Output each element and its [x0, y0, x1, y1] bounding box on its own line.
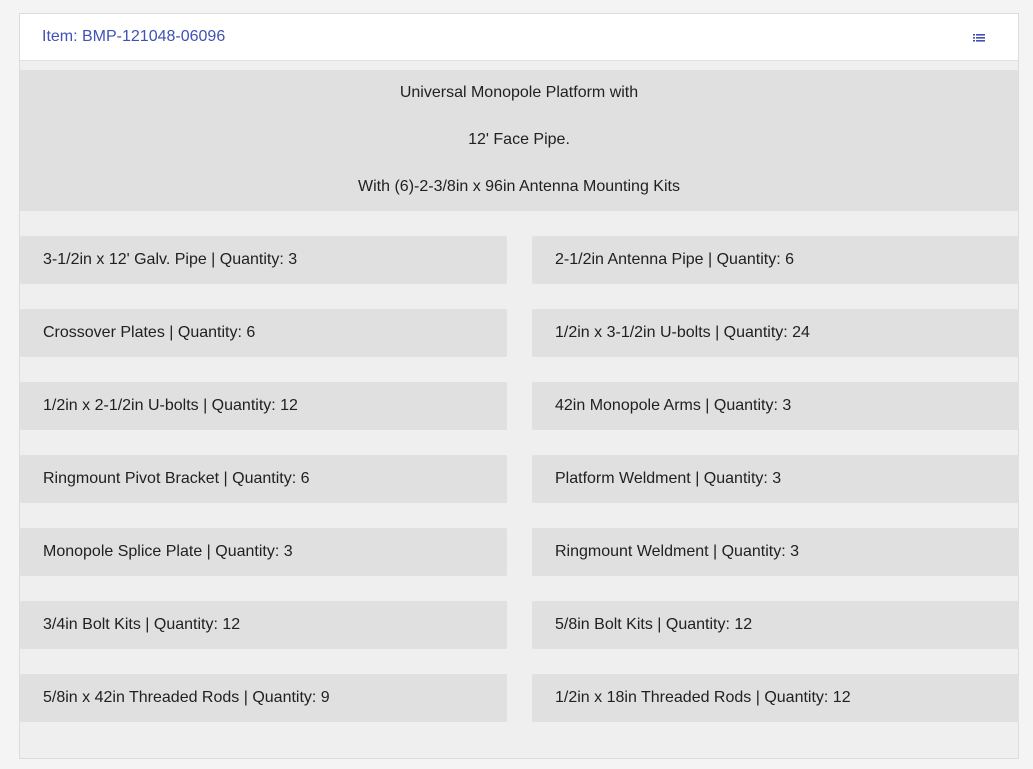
part-item: 5/8in Bolt Kits | Quantity: 12: [532, 601, 1019, 649]
part-item: 42in Monopole Arms | Quantity: 3: [532, 382, 1019, 430]
description-line: With (6)-2-3/8in x 96in Antenna Mounting…: [358, 178, 680, 195]
part-item: Platform Weldment | Quantity: 3: [532, 455, 1019, 503]
part-label: Monopole Splice Plate | Quantity: 3: [43, 543, 293, 560]
part-label: Ringmount Weldment | Quantity: 3: [555, 543, 799, 560]
part-item: 1/2in x 2-1/2in U-bolts | Quantity: 12: [20, 382, 507, 430]
part-label: 5/8in x 42in Threaded Rods | Quantity: 9: [43, 689, 330, 706]
item-description: Universal Monopole Platform with 12' Fac…: [20, 70, 1018, 211]
part-label: 3/4in Bolt Kits | Quantity: 12: [43, 616, 241, 633]
list-icon[interactable]: [971, 31, 987, 45]
part-item: 3/4in Bolt Kits | Quantity: 12: [20, 601, 507, 649]
part-item: Ringmount Pivot Bracket | Quantity: 6: [20, 455, 507, 503]
parts-list: 3-1/2in x 12' Galv. Pipe | Quantity: 3 2…: [20, 236, 1019, 722]
part-label: Crossover Plates | Quantity: 6: [43, 324, 256, 341]
part-item: Ringmount Weldment | Quantity: 3: [532, 528, 1019, 576]
part-label: 2-1/2in Antenna Pipe | Quantity: 6: [555, 251, 794, 268]
part-item: Crossover Plates | Quantity: 6: [20, 309, 507, 357]
description-line: 12' Face Pipe.: [468, 131, 570, 148]
item-card: Item: BMP-121048-06096 Universal Monopol…: [19, 13, 1019, 759]
description-line: Universal Monopole Platform with: [399, 84, 639, 101]
part-item: 1/2in x 18in Threaded Rods | Quantity: 1…: [532, 674, 1019, 722]
part-label: 1/2in x 18in Threaded Rods | Quantity: 1…: [555, 689, 851, 706]
part-item: 1/2in x 3-1/2in U-bolts | Quantity: 24: [532, 309, 1019, 357]
part-label: 5/8in Bolt Kits | Quantity: 12: [555, 616, 753, 633]
part-label: Ringmount Pivot Bracket | Quantity: 6: [43, 470, 310, 487]
part-label: 42in Monopole Arms | Quantity: 3: [555, 397, 792, 414]
part-item: 5/8in x 42in Threaded Rods | Quantity: 9: [20, 674, 507, 722]
part-item: 2-1/2in Antenna Pipe | Quantity: 6: [532, 236, 1019, 284]
part-item: 3-1/2in x 12' Galv. Pipe | Quantity: 3: [20, 236, 507, 284]
card-header: Item: BMP-121048-06096: [20, 14, 1018, 61]
part-label: 1/2in x 2-1/2in U-bolts | Quantity: 12: [43, 397, 298, 414]
part-label: 1/2in x 3-1/2in U-bolts | Quantity: 24: [555, 324, 810, 341]
part-item: Monopole Splice Plate | Quantity: 3: [20, 528, 507, 576]
part-label: Platform Weldment | Quantity: 3: [555, 470, 782, 487]
item-title: Item: BMP-121048-06096: [42, 28, 226, 45]
part-label: 3-1/2in x 12' Galv. Pipe | Quantity: 3: [43, 251, 298, 268]
